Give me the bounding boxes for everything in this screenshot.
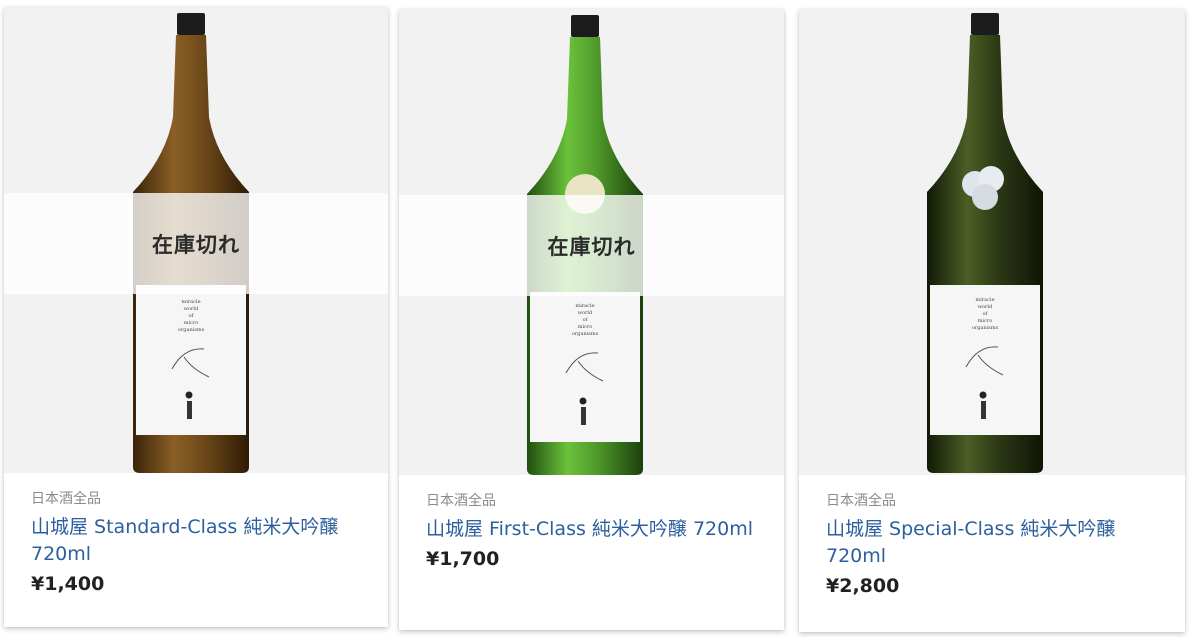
- product-image[interactable]: miracle world of micro organisms 在庫切れ: [4, 7, 388, 473]
- sold-out-label: 在庫切れ: [547, 234, 636, 259]
- svg-text:miracle: miracle: [975, 297, 994, 303]
- product-name-link[interactable]: 山城屋 First-Class 純米大吟醸 720ml: [426, 516, 768, 543]
- product-card[interactable]: miracle world of micro organisms 在庫切れ 日本…: [4, 7, 388, 627]
- svg-text:organisms: organisms: [178, 327, 205, 333]
- svg-text:micro: micro: [978, 318, 993, 324]
- sold-out-overlay: 在庫切れ: [399, 195, 784, 296]
- product-price: ¥2,800: [826, 575, 900, 597]
- svg-text:organisms: organisms: [572, 331, 599, 337]
- svg-text:miracle: miracle: [181, 299, 200, 305]
- svg-text:micro: micro: [184, 320, 199, 326]
- product-price: ¥1,700: [426, 548, 500, 570]
- sake-bottle-image: miracle world of micro organisms: [927, 13, 1043, 473]
- svg-text:organisms: organisms: [972, 325, 999, 331]
- svg-text:world: world: [978, 304, 993, 310]
- sold-out-label: 在庫切れ: [152, 232, 240, 257]
- product-price: ¥1,400: [31, 573, 105, 595]
- svg-text:world: world: [578, 310, 593, 316]
- sold-out-overlay: 在庫切れ: [4, 193, 388, 294]
- svg-text:world: world: [184, 306, 199, 312]
- product-image[interactable]: miracle world of micro organisms: [799, 9, 1185, 475]
- product-name-link[interactable]: 山城屋 Special-Class 純米大吟醸 720ml: [826, 516, 1169, 570]
- product-card[interactable]: miracle world of micro organisms 在庫切れ 日本…: [399, 9, 784, 630]
- product-name-link[interactable]: 山城屋 Standard-Class 純米大吟醸 720ml: [31, 514, 372, 568]
- product-card[interactable]: miracle world of micro organisms 日本酒全品 山…: [799, 9, 1185, 632]
- product-category: 日本酒全品: [826, 493, 896, 509]
- product-category: 日本酒全品: [31, 491, 101, 507]
- product-category: 日本酒全品: [426, 493, 496, 509]
- product-image[interactable]: miracle world of micro organisms 在庫切れ: [399, 9, 784, 475]
- svg-text:miracle: miracle: [575, 303, 594, 309]
- svg-text:micro: micro: [578, 324, 593, 330]
